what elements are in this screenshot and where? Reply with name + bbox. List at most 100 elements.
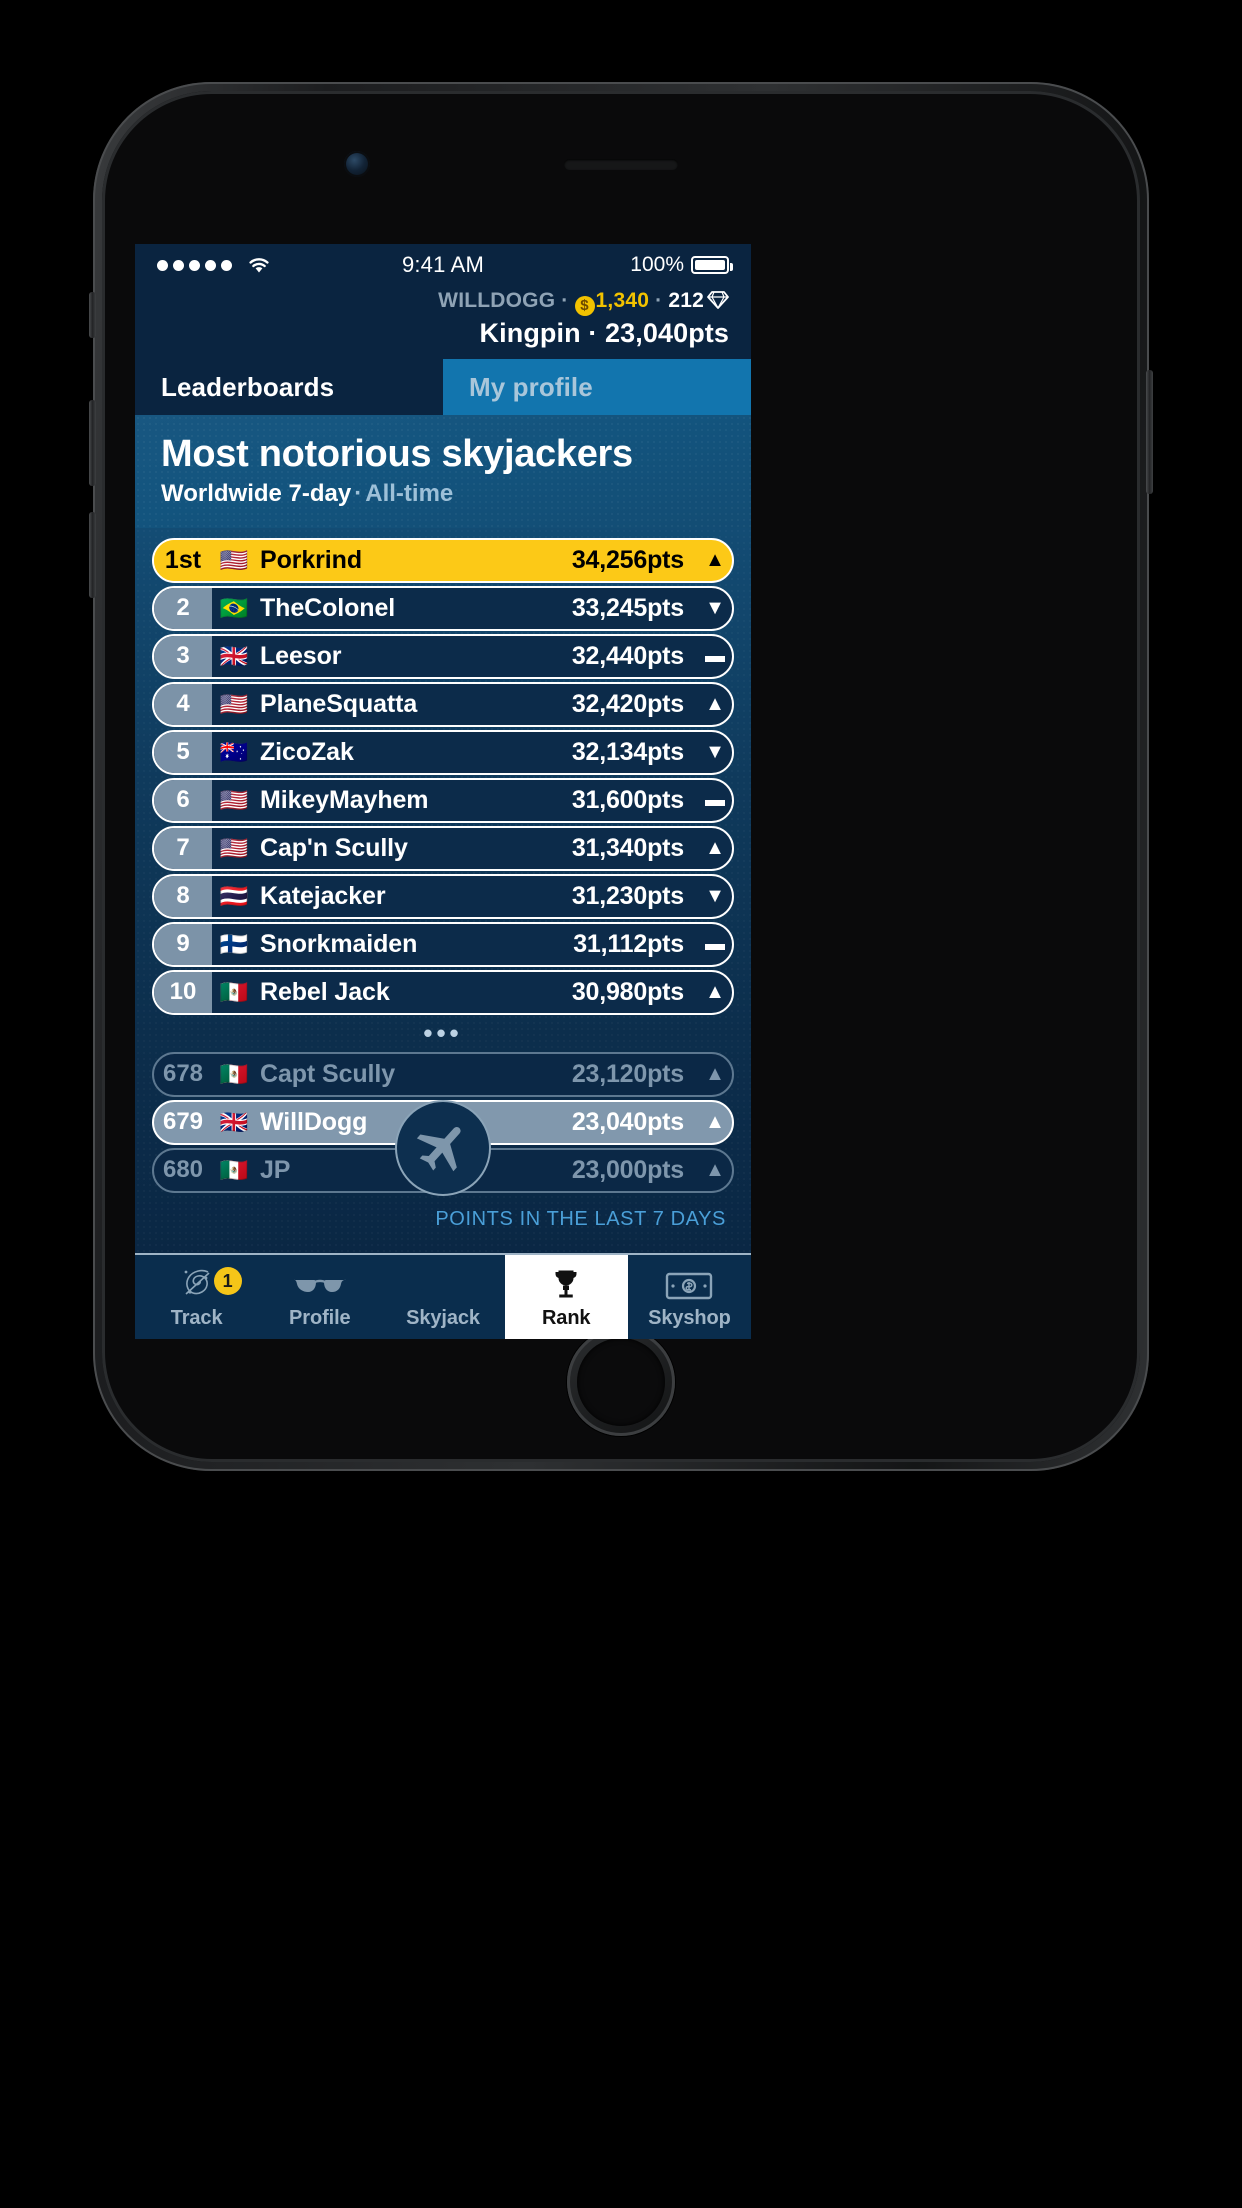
silent-switch[interactable] xyxy=(89,292,96,338)
sunglasses-icon xyxy=(292,1264,348,1302)
trend-flat-icon: ▬ xyxy=(705,933,725,956)
user-rank-line: Kingpin · 23,040pts xyxy=(479,318,729,349)
row-points: 33,245pts xyxy=(571,593,684,622)
flag-icon: 🇺🇸 xyxy=(219,786,249,813)
flag-icon: 🇹🇭 xyxy=(219,882,249,909)
nav-item-track[interactable]: 1 Track xyxy=(135,1255,258,1339)
row-points: 32,440pts xyxy=(571,641,684,670)
screenshot-root: 9:41 AM 100% WILLDOGG · $1,340 · 212 Kin… xyxy=(0,0,1242,2208)
table-row[interactable]: 6 🇺🇸 MikeyMayhem 31,600pts ▬ xyxy=(152,777,734,823)
row-rank: 3 xyxy=(154,635,212,677)
row-points: 23,000pts xyxy=(571,1155,684,1184)
row-name: Capt Scully xyxy=(260,1059,396,1088)
nav-item-profile[interactable]: Profile xyxy=(258,1255,381,1339)
status-bar-right: 100% xyxy=(630,253,733,277)
scope-worldwide-7day[interactable]: Worldwide 7-day xyxy=(161,480,351,507)
row-points: 31,112pts xyxy=(573,929,684,958)
tab-my-profile[interactable]: My profile xyxy=(443,359,751,416)
row-name: Cap'n Scully xyxy=(260,833,408,862)
page-title: Most notorious skyjackers xyxy=(161,433,633,476)
trend-up-icon: ▲ xyxy=(705,837,725,860)
row-name: Katejacker xyxy=(260,881,386,910)
volume-up-button[interactable] xyxy=(89,400,96,486)
table-row[interactable]: 8 🇹🇭 Katejacker 31,230pts ▼ xyxy=(152,873,734,919)
trend-flat-icon: ▬ xyxy=(705,645,725,668)
row-points: 31,600pts xyxy=(571,785,684,814)
power-button[interactable] xyxy=(1146,370,1153,494)
tab-my-profile-label: My profile xyxy=(469,371,593,402)
table-row[interactable]: 5 🇦🇺 ZicoZak 32,134pts ▼ xyxy=(152,729,734,775)
table-row[interactable]: 678 🇲🇽 Capt Scully 23,120pts ▲ xyxy=(152,1051,734,1097)
table-row[interactable]: 4 🇺🇸 PlaneSquatta 32,420pts ▲ xyxy=(152,681,734,727)
trend-up-icon: ▲ xyxy=(705,1159,725,1182)
trend-up-icon: ▲ xyxy=(705,693,725,716)
nav-label-skyjack: Skyjack xyxy=(406,1307,480,1329)
table-row[interactable]: 7 🇺🇸 Cap'n Scully 31,340pts ▲ xyxy=(152,825,734,871)
phone-device: 9:41 AM 100% WILLDOGG · $1,340 · 212 Kin… xyxy=(89,82,1153,1471)
battery-icon xyxy=(691,256,733,274)
row-points: 32,134pts xyxy=(571,737,684,766)
volume-down-button[interactable] xyxy=(89,512,96,598)
flag-icon: 🇧🇷 xyxy=(219,594,249,621)
row-name: Leesor xyxy=(260,641,342,670)
trend-down-icon: ▼ xyxy=(705,597,725,620)
row-rank: 680 xyxy=(162,1156,204,1184)
trend-up-icon: ▲ xyxy=(705,1063,725,1086)
nav-item-skyjack[interactable]: Skyjack xyxy=(381,1255,504,1339)
table-row[interactable]: 1st 🇺🇸 Porkrind 34,256pts ▲ xyxy=(152,537,734,583)
row-rank: 5 xyxy=(154,731,212,773)
flag-icon: 🇺🇸 xyxy=(219,690,249,717)
username-label: WILLDOGG xyxy=(438,289,556,312)
track-notification-badge: 1 xyxy=(213,1267,242,1295)
bottom-nav-bar: 1 Track Profile Skyjack Rank Skyshop xyxy=(135,1253,751,1339)
row-points: 31,230pts xyxy=(571,881,684,910)
row-name: Rebel Jack xyxy=(260,977,390,1006)
phone-bezel: 9:41 AM 100% WILLDOGG · $1,340 · 212 Kin… xyxy=(102,91,1140,1462)
front-camera-icon xyxy=(344,151,370,177)
status-bar: 9:41 AM 100% xyxy=(135,244,751,286)
row-rank: 678 xyxy=(162,1060,204,1088)
tab-leaderboards[interactable]: Leaderboards xyxy=(135,359,443,416)
trend-down-icon: ▼ xyxy=(705,741,725,764)
coin-icon: $ xyxy=(574,296,595,316)
table-row[interactable]: 2 🇧🇷 TheColonel 33,245pts ▼ xyxy=(152,585,734,631)
nav-label-profile: Profile xyxy=(289,1307,351,1329)
flag-icon: 🇲🇽 xyxy=(219,1156,249,1183)
flag-icon: 🇲🇽 xyxy=(219,978,249,1005)
scope-all-time[interactable]: All-time xyxy=(365,480,453,507)
app-screen: 9:41 AM 100% WILLDOGG · $1,340 · 212 Kin… xyxy=(135,244,751,1339)
trend-up-icon: ▲ xyxy=(705,981,725,1004)
user-points-label: 23,040pts xyxy=(605,318,729,349)
list-ellipsis-separator: ••• xyxy=(423,1017,463,1048)
row-name: MikeyMayhem xyxy=(260,785,429,814)
tab-leaderboards-label: Leaderboards xyxy=(161,371,335,402)
flag-icon: 🇲🇽 xyxy=(219,1060,249,1087)
scope-selector: Worldwide 7-day · All-time xyxy=(161,480,725,508)
flag-icon: 🇦🇺 xyxy=(219,738,249,765)
trend-flat-icon: ▬ xyxy=(705,789,725,812)
nav-item-rank[interactable]: Rank xyxy=(504,1255,628,1339)
row-rank: 6 xyxy=(154,779,212,821)
table-row[interactable]: 3 🇬🇧 Leesor 32,440pts ▬ xyxy=(152,633,734,679)
coin-amount: 1,340 xyxy=(595,289,650,312)
radar-icon xyxy=(178,1264,216,1302)
trend-down-icon: ▼ xyxy=(705,885,725,908)
nav-item-skyshop[interactable]: Skyshop xyxy=(628,1255,751,1339)
gem-icon xyxy=(707,290,729,317)
row-name: TheColonel xyxy=(260,593,396,622)
skyjack-action-button[interactable] xyxy=(395,1100,491,1196)
flag-icon: 🇬🇧 xyxy=(219,1108,249,1135)
table-row[interactable]: 10 🇲🇽 Rebel Jack 30,980pts ▲ xyxy=(152,969,734,1015)
row-points: 23,040pts xyxy=(571,1107,684,1136)
user-summary-bar: WILLDOGG · $1,340 · 212 Kingpin · 23,040… xyxy=(135,286,751,360)
row-rank: 1st xyxy=(154,539,212,581)
row-rank: 4 xyxy=(154,683,212,725)
home-button[interactable] xyxy=(567,1328,675,1436)
leaderboard-header: Most notorious skyjackers Worldwide 7-da… xyxy=(135,415,751,528)
row-points: 34,256pts xyxy=(571,545,684,574)
gem-amount: 212 xyxy=(668,289,704,312)
row-points: 31,340pts xyxy=(571,833,684,862)
row-name: Snorkmaiden xyxy=(260,929,418,958)
table-row[interactable]: 9 🇫🇮 Snorkmaiden 31,112pts ▬ xyxy=(152,921,734,967)
row-rank: 7 xyxy=(154,827,212,869)
